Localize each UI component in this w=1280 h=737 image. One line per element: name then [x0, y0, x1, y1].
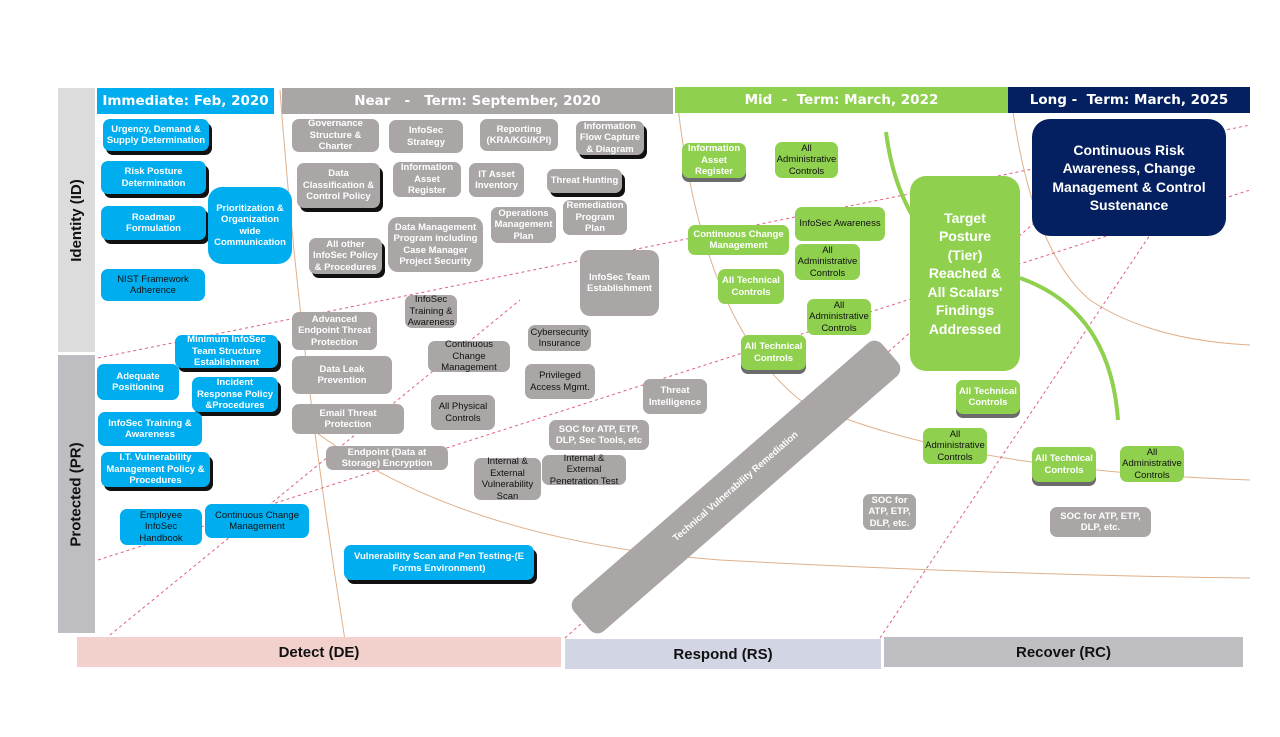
header-mid: Mid - Term: March, 2022	[675, 87, 1008, 113]
header-immediate: Immediate: Feb, 2020	[97, 88, 274, 114]
box-data-management-program[interactable]: Data Management Program including Case M…	[388, 217, 483, 272]
box-urgency-demand-supply[interactable]: Urgency, Demand & Supply Determination	[103, 119, 209, 151]
box-all-technical-controls-long[interactable]: All Technical Controls	[1032, 447, 1096, 482]
box-reporting-kra[interactable]: Reporting (KRA/KGI/KPI)	[480, 119, 558, 151]
footer-detect: Detect (DE)	[77, 637, 561, 667]
box-internal-external-pentest[interactable]: Internal & External Penetration Test	[542, 453, 626, 487]
box-continuous-risk-awareness[interactable]: Continuous Risk Awareness, Change Manage…	[1032, 119, 1226, 236]
box-all-admin-controls-long[interactable]: All Administrative Controls	[1120, 446, 1184, 482]
box-threat-intelligence[interactable]: Threat Intelligence	[643, 379, 707, 414]
box-all-admin-controls-mid-2[interactable]: All Administrative Controls	[795, 244, 860, 280]
box-all-admin-controls-mid-1[interactable]: All Administrative Controls	[775, 142, 838, 178]
box-soc-atp-etp-near[interactable]: SOC for ATP, ETP, DLP, Sec Tools, etc	[549, 420, 649, 450]
box-all-technical-controls-mid-1[interactable]: All Technical Controls	[718, 269, 784, 304]
row-label-protected: Protected (PR)	[58, 355, 95, 633]
box-privileged-access-mgmt[interactable]: Privileged Access Mgmt.	[525, 364, 595, 399]
box-data-classification[interactable]: Data Classification & Control Policy	[297, 163, 380, 208]
box-all-other-infosec-policy[interactable]: All other InfoSec Policy & Procedures	[309, 238, 382, 274]
box-data-leak-prevention[interactable]: Data Leak Prevention	[292, 356, 392, 394]
green-arc-top	[884, 131, 914, 216]
box-continuous-change-mgmt-blue[interactable]: Continuous Change Management	[205, 504, 309, 538]
box-soc-atp-etp-mid[interactable]: SOC for ATP, ETP, DLP, etc.	[863, 494, 916, 530]
row-label-identity-text: Identity (ID)	[68, 178, 85, 262]
box-threat-hunting[interactable]: Threat Hunting	[547, 169, 622, 193]
box-infosec-strategy[interactable]: InfoSec Strategy	[389, 120, 463, 153]
box-vuln-scan-pen-testing[interactable]: Vulnerability Scan and Pen Testing-(E Fo…	[344, 545, 534, 580]
box-nist-framework[interactable]: NIST Framework Adherence	[101, 269, 205, 301]
box-soc-atp-etp-long[interactable]: SOC for ATP, ETP, DLP, etc.	[1050, 507, 1151, 537]
box-infosec-training-awareness-near[interactable]: InfoSec Training & Awareness	[405, 294, 457, 328]
box-risk-posture-determination[interactable]: Risk Posture Determination	[101, 161, 206, 194]
box-cybersecurity-insurance[interactable]: Cybersecurity Insurance	[528, 325, 591, 351]
box-prioritization[interactable]: Prioritization & Organization wide Commu…	[208, 187, 292, 264]
box-employee-handbook[interactable]: Employee InfoSec Handbook	[120, 509, 202, 545]
box-it-asset-inventory[interactable]: IT Asset Inventory	[469, 163, 524, 197]
box-infosec-awareness-mid[interactable]: InfoSec Awareness	[795, 207, 885, 241]
header-near: Near - Term: September, 2020	[282, 88, 673, 114]
box-email-threat-protection[interactable]: Email Threat Protection	[292, 404, 404, 434]
box-remediation-program-plan[interactable]: Remediation Program Plan	[563, 200, 627, 235]
footer-respond: Respond (RS)	[565, 639, 881, 669]
box-governance-structure[interactable]: Governance Structure & Charter	[292, 118, 379, 152]
row-label-identity: Identity (ID)	[58, 88, 95, 352]
box-advanced-endpoint-threat[interactable]: Advanced Endpoint Threat Protection	[292, 312, 377, 350]
box-continuous-change-mgmt-mid[interactable]: Continuous Change Management	[688, 225, 789, 255]
box-it-vulnerability-policy[interactable]: I.T. Vulnerability Management Policy & P…	[101, 452, 210, 487]
box-information-asset-register-mid[interactable]: Information Asset Register	[682, 143, 746, 178]
box-adequate-positioning[interactable]: Adequate Positioning	[97, 364, 179, 400]
row-label-protected-text: Protected (PR)	[68, 441, 85, 547]
box-all-physical-controls[interactable]: All Physical Controls	[431, 395, 495, 430]
box-target-posture[interactable]: Target Posture (Tier) Reached & All Scal…	[910, 176, 1020, 371]
box-information-flow-capture[interactable]: Information Flow Capture & Diagram	[576, 121, 644, 155]
box-all-admin-controls-mid-3[interactable]: All Administrative Controls	[807, 299, 871, 335]
box-incident-response-policy[interactable]: Incident Response Policy &Procedures	[192, 377, 278, 412]
box-continuous-change-mgmt-near[interactable]: Continuous Change Management	[428, 339, 510, 373]
box-infosec-team-establishment[interactable]: InfoSec Team Establishment	[580, 250, 659, 316]
box-roadmap-formulation[interactable]: Roadmap Formulation	[101, 206, 206, 240]
box-operations-management-plan[interactable]: Operations Management Plan	[491, 207, 556, 243]
box-infosec-training-awareness[interactable]: InfoSec Training & Awareness	[98, 412, 202, 446]
header-long: Long - Term: March, 2025	[1008, 87, 1250, 113]
box-all-admin-controls-mid-4[interactable]: All Administrative Controls	[923, 428, 987, 464]
footer-recover: Recover (RC)	[884, 637, 1243, 667]
box-all-technical-controls-mid-3[interactable]: All Technical Controls	[956, 380, 1020, 414]
green-arc-right	[1019, 276, 1120, 421]
box-information-asset-register-near[interactable]: Information Asset Register	[393, 162, 461, 197]
box-endpoint-encryption[interactable]: Endpoint (Data at Storage) Encryption	[326, 446, 448, 470]
box-internal-external-vuln-scan[interactable]: Internal & External Vulnerability Scan	[474, 456, 541, 502]
box-minimum-infosec-team[interactable]: Minimum InfoSec Team Structure Establish…	[175, 334, 278, 368]
box-all-technical-controls-mid-2[interactable]: All Technical Controls	[741, 335, 806, 370]
